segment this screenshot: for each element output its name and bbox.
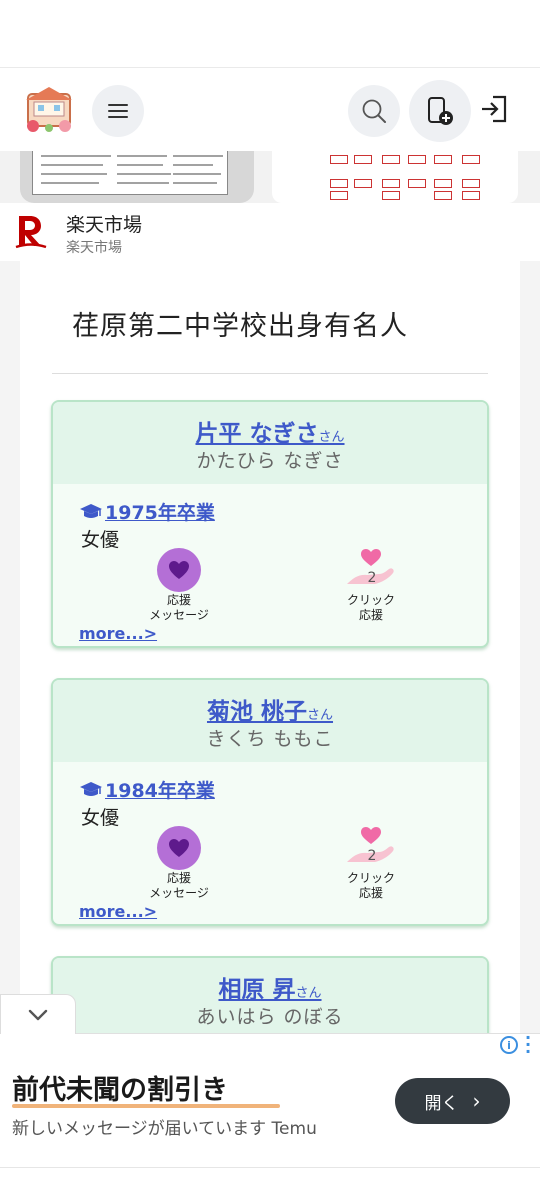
honorific: さん	[295, 986, 322, 1001]
ad-open-label: 開く	[424, 1093, 459, 1114]
click-label-2: 応援	[358, 886, 383, 900]
more-link[interactable]: more...>	[79, 624, 157, 643]
click-label-2: 応援	[358, 608, 383, 622]
graduation-year[interactable]: 1975年卒業	[105, 498, 215, 525]
person-name-link[interactable]: 片平 なぎささん	[53, 414, 487, 448]
ad-open-button[interactable]: 開く ›	[395, 1078, 510, 1124]
page-title: 荏原第二中学校出身有名人	[72, 311, 408, 342]
search-button[interactable]	[348, 85, 400, 137]
site-logo[interactable]	[24, 86, 74, 134]
cheer-message-label-2: メッセージ	[149, 886, 209, 900]
hand-heart-icon: 2	[343, 548, 399, 592]
collapse-ad-button[interactable]	[0, 994, 76, 1034]
chevron-down-icon	[28, 1009, 48, 1020]
related-images-strip	[0, 151, 540, 203]
rakuten-logo[interactable]	[14, 214, 48, 250]
more-link[interactable]: more...>	[79, 902, 157, 921]
title-divider	[52, 373, 488, 374]
heart-bubble-icon	[157, 826, 201, 870]
search-icon	[362, 99, 386, 123]
add-page-button[interactable]	[409, 80, 471, 142]
menu-button[interactable]	[92, 85, 144, 137]
graduation-link[interactable]: 1984年卒業	[79, 776, 215, 803]
person-kana: かたひら なぎさ	[196, 450, 344, 472]
click-label-1: クリック	[346, 593, 395, 607]
login-icon	[482, 95, 507, 123]
rakuten-ad-subtitle: 楽天市場	[66, 240, 122, 256]
bottom-divider	[0, 1167, 540, 1168]
status-area	[0, 0, 540, 68]
person-kana: あいはら のぼる	[196, 1006, 344, 1028]
chevron-right-icon: ›	[472, 1089, 481, 1113]
person-name-link[interactable]: 菊池 桃子さん	[53, 692, 487, 726]
person-name[interactable]: 菊池 桃子	[207, 699, 307, 725]
click-count: 2	[367, 848, 377, 864]
ad-info-icon[interactable]: i	[500, 1036, 518, 1054]
add-page-icon	[428, 97, 453, 125]
click-cheer-button[interactable]: 2 クリック 応援	[343, 826, 399, 900]
ad-headline[interactable]: 前代未聞の割引き	[12, 1068, 228, 1107]
keyboard-shortcut-table	[32, 151, 228, 195]
click-count: 2	[367, 570, 377, 586]
person-card-header: 菊池 桃子さん きくち ももこ	[53, 680, 487, 762]
graduation-cap-icon	[80, 781, 102, 796]
person-card-header: 片平 なぎささん かたひら なぎさ	[53, 402, 487, 484]
occupation: 女優	[81, 807, 120, 829]
heart-bubble-icon	[157, 548, 201, 592]
rakuten-ad-title[interactable]: 楽天市場	[66, 210, 142, 237]
cheer-message-label-1: 応援	[166, 871, 191, 885]
click-label-1: クリック	[346, 871, 395, 885]
hamburger-icon	[108, 104, 128, 118]
graduation-cap-icon	[80, 503, 102, 518]
person-name[interactable]: 相原 昇	[218, 977, 295, 1003]
click-cheer-button[interactable]: 2 クリック 応援	[343, 548, 399, 622]
honorific: さん	[318, 430, 345, 445]
keyboard-shortcut-image[interactable]	[20, 151, 254, 203]
graduation-year[interactable]: 1984年卒業	[105, 776, 215, 803]
hand-heart-icon: 2	[343, 826, 399, 870]
person-card-header: 相原 昇さん あいはら のぼる	[53, 958, 487, 1040]
honorific: さん	[307, 708, 334, 723]
ad-headline-underline	[12, 1104, 280, 1108]
cheer-message-button[interactable]: 応援 メッセージ	[149, 826, 209, 900]
cheer-message-label-1: 応援	[166, 593, 191, 607]
person-name[interactable]: 片平 なぎさ	[195, 421, 318, 447]
person-kana: きくち ももこ	[206, 728, 334, 750]
occupation: 女優	[81, 529, 120, 551]
form-sheet-image[interactable]	[272, 151, 518, 203]
ad-subtext: 新しいメッセージが届いています Temu	[12, 1119, 317, 1139]
person-name-link[interactable]: 相原 昇さん	[53, 970, 487, 1004]
cheer-message-label-2: メッセージ	[149, 608, 209, 622]
cheer-message-button[interactable]: 応援 メッセージ	[149, 548, 209, 622]
person-card: 片平 なぎささん かたひら なぎさ 1975年卒業 女優 応援 メッセージ 2 …	[51, 400, 489, 648]
graduation-link[interactable]: 1975年卒業	[79, 498, 215, 525]
person-card: 菊池 桃子さん きくち ももこ 1984年卒業 女優 応援 メッセージ 2 クリ…	[51, 678, 489, 926]
login-button[interactable]	[478, 92, 510, 126]
ad-options-icon[interactable]: · · ·	[524, 1030, 532, 1060]
